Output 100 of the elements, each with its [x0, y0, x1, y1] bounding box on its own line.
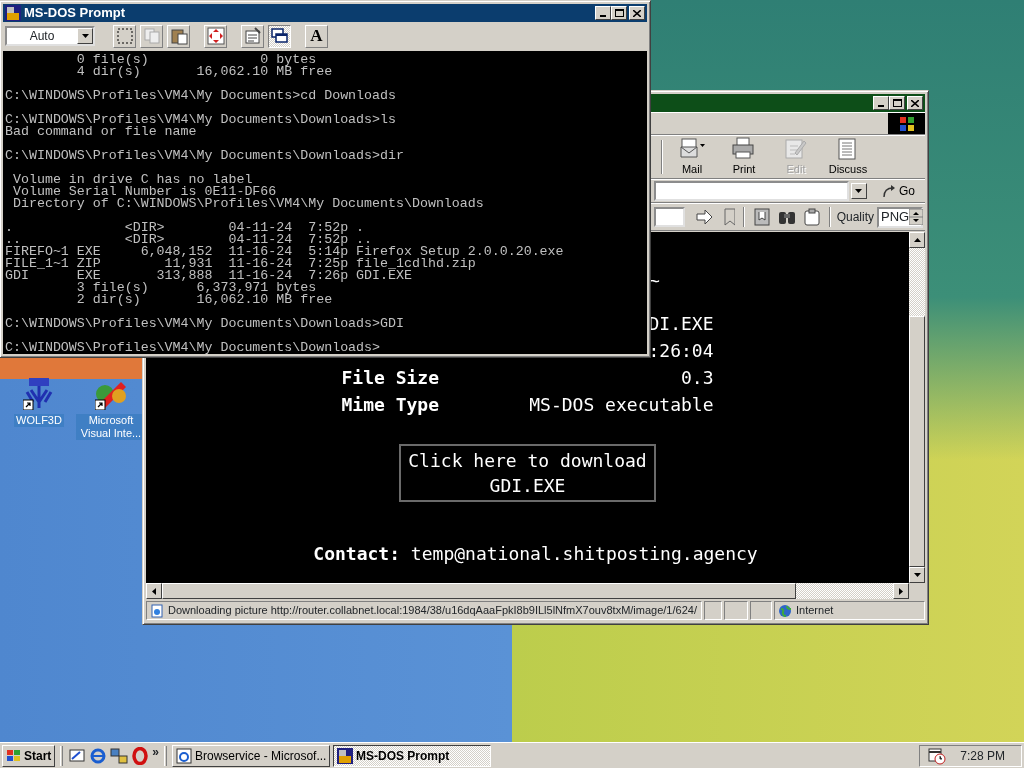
console-line: Volume Serial Number is 0E11-DF66	[11, 186, 277, 198]
caret-icon	[81, 34, 89, 38]
field-value: 0.3	[681, 366, 714, 390]
up-arrow-icon[interactable]	[909, 209, 924, 217]
status-panel	[724, 601, 748, 620]
console-line: C:\WINDOWS\Profiles\VM4\My Documents>cd Downloads	[5, 90, 396, 102]
close-icon	[633, 9, 641, 17]
maximize-button[interactable]	[889, 96, 905, 110]
taskbar-button[interactable]: Browservice - Microsof...	[172, 744, 331, 767]
minimize-button[interactable]	[595, 6, 611, 20]
console-line: Directory of C:\WINDOWS\Profiles\VM4\My Documents\Downloads	[11, 198, 484, 210]
paste-button[interactable]	[167, 24, 190, 48]
field-value: MS-DOS executable	[529, 393, 714, 417]
windows-icon	[270, 27, 289, 45]
console-line: .. <DIR> 04-11-24 7:52p ..	[5, 234, 373, 246]
copy-button[interactable]	[140, 24, 163, 48]
book-icon	[752, 208, 771, 226]
mail-button[interactable]: Mail	[666, 137, 718, 177]
desktop-icon[interactable]	[68, 746, 87, 765]
right-arrow-icon	[695, 208, 714, 226]
left-arrow-icon[interactable]	[152, 587, 156, 595]
quality-label: Quality	[836, 209, 874, 226]
console-line: FILE_1~1 ZIP 11,931 11-16-24 7:25p file_1cdlhd.zip	[5, 258, 476, 270]
window-title: MS-DOS Prompt	[24, 4, 126, 23]
input-field[interactable]	[654, 207, 685, 227]
close-icon	[911, 99, 919, 107]
field-label: File Size	[341, 366, 440, 390]
desktop-icon-label[interactable]: WOLF3D	[14, 414, 64, 427]
down-arrow-icon[interactable]	[909, 217, 924, 225]
horizontal-scrollbar[interactable]	[146, 583, 909, 599]
caret-icon	[855, 189, 863, 193]
print-button[interactable]: Print	[718, 137, 770, 177]
status-text: Downloading picture http://router.collabnet.local:1984/38/u16dqAaaFpkI8b9ILl5lNfmX7ouv8txM/image/1/624/	[168, 603, 697, 619]
browser-icon[interactable]	[89, 746, 108, 765]
address-field[interactable]	[654, 181, 849, 201]
scroll-thumb[interactable]	[909, 316, 925, 567]
maximize-icon	[614, 9, 624, 17]
mark-button[interactable]	[113, 24, 136, 48]
field-label: Mime Type	[341, 393, 440, 417]
ring-icon[interactable]	[131, 746, 150, 765]
curved-arrow-icon	[881, 184, 897, 198]
console-line: Volume in drive C has no label	[11, 174, 253, 186]
font-size-dropdown[interactable]: Auto	[5, 26, 95, 46]
quality-spinner[interactable]: PNG	[877, 206, 923, 228]
minimize-button[interactable]	[873, 96, 889, 110]
copy-icon	[142, 27, 161, 45]
properties-button[interactable]	[241, 24, 264, 48]
console-line: 3 file(s) 6,373,971 bytes	[75, 282, 317, 294]
scheduler-icon[interactable]	[928, 746, 947, 765]
download-button[interactable]: Click here to download GDI.EXE	[399, 444, 656, 502]
fullscreen-button[interactable]	[204, 24, 227, 48]
close-button[interactable]	[629, 6, 645, 20]
discuss-button[interactable]: Discuss	[822, 137, 874, 177]
globe-icon	[778, 603, 792, 618]
network-icon[interactable]	[110, 746, 129, 765]
properties-icon	[243, 27, 262, 45]
wolf-shortcut-icon[interactable]	[23, 378, 55, 410]
right-arrow-icon[interactable]	[899, 587, 903, 595]
dropdown-button[interactable]	[851, 183, 867, 199]
windows-flag-icon	[899, 116, 914, 131]
console-line: 4 dir(s) 16,062.10 MB free	[75, 66, 333, 78]
console-line: C:\WINDOWS\Profiles\VM4\My Documents\Downloads>	[5, 342, 381, 354]
maximize-icon	[892, 99, 902, 107]
clipboard-icon	[169, 27, 188, 45]
expand-arrows-icon	[206, 27, 225, 45]
go-button[interactable]: Go	[877, 182, 919, 200]
clock-text: 7:28 PM	[960, 747, 1005, 765]
console-line: 0 file(s) 0 bytes	[75, 54, 317, 66]
clipboard-icon	[802, 208, 821, 226]
scroll-thumb[interactable]	[162, 583, 796, 599]
start-button[interactable]: Start	[2, 744, 56, 767]
chevron-button[interactable]: »	[152, 742, 160, 761]
console-line: C:\WINDOWS\Profiles\VM4\My Documents\Downloads>dir	[5, 150, 404, 162]
up-arrow-icon[interactable]	[913, 238, 921, 242]
zone-label: Internet	[796, 603, 834, 619]
console-line: C:\WINDOWS\Profiles\VM4\My Documents\Downloads>GDI	[5, 318, 404, 330]
contact-text: Contact: temp@national.shitposting.agency	[313, 542, 758, 566]
close-button[interactable]	[907, 96, 923, 110]
console-line: Bad command or file name	[5, 126, 197, 138]
down-arrow-icon[interactable]	[913, 573, 921, 577]
font-button[interactable]: A	[305, 24, 328, 48]
status-panel	[750, 601, 772, 620]
maximize-button[interactable]	[611, 6, 627, 20]
vertical-scrollbar[interactable]	[909, 232, 925, 583]
console-line: C:\WINDOWS\Profiles\VM4\My Documents\Downloads>ls	[5, 114, 396, 126]
field-value: :26:04	[648, 339, 714, 363]
windows-flag-icon	[6, 748, 22, 763]
ms-dos-icon	[5, 5, 21, 21]
console-line: GDI EXE 313,888 11-16-24 7:26p GDI.EXE	[5, 270, 412, 282]
taskbar-button[interactable]: MS-DOS Prompt	[333, 744, 492, 767]
console-line: . <DIR> 04-11-24 7:52p .	[5, 222, 365, 234]
console-line: 2 dir(s) 16,062.10 MB free	[75, 294, 333, 306]
selection-icon	[115, 27, 134, 45]
browser-page-icon	[176, 747, 193, 764]
status-panel	[704, 601, 722, 620]
ms-dos-icon	[337, 747, 354, 764]
envelope-icon	[678, 136, 706, 160]
console-line: FIREFO~1 EXE 6,048,152 11-16-24 5:14p Firefox Setup 2.0.0.20.exe	[5, 246, 564, 258]
page-icon	[150, 603, 164, 618]
background-button[interactable]	[268, 24, 291, 48]
